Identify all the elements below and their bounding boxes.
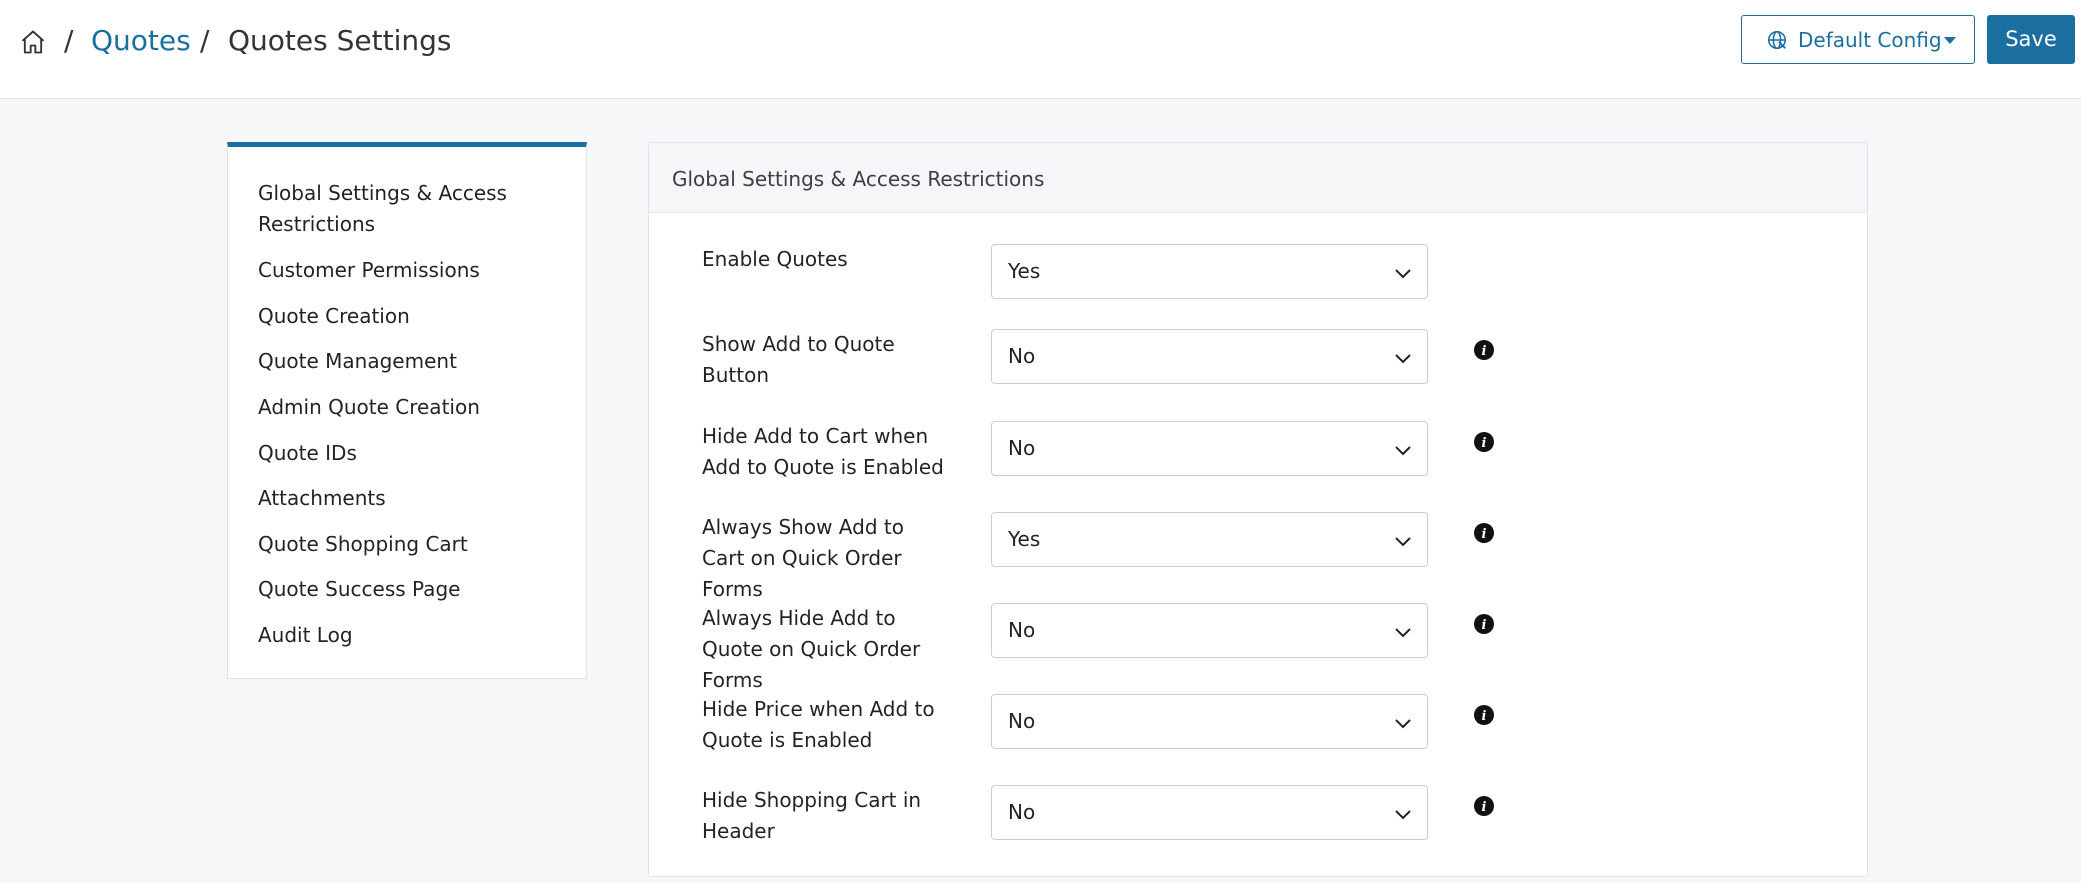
chevron-down-icon (1395, 719, 1411, 729)
sidebar-item-attachments[interactable]: Attachments (258, 483, 568, 514)
select-value: Yes (1008, 527, 1041, 551)
info-icon[interactable]: i (1474, 705, 1494, 725)
svg-text:i: i (1482, 527, 1487, 542)
select-value: No (1008, 618, 1036, 642)
panel-title: Global Settings & Access Restrictions (672, 167, 1045, 191)
svg-text:i: i (1482, 709, 1487, 724)
top-bar: / Quotes / Quotes Settings Default Confi… (0, 0, 2081, 99)
sidebar-item-audit-log[interactable]: Audit Log (258, 620, 568, 651)
sidebar-item-customer-permissions[interactable]: Customer Permissions (258, 255, 568, 286)
panel-header: Global Settings & Access Restrictions (649, 143, 1867, 213)
svg-text:i: i (1482, 344, 1487, 359)
hide-add-to-cart-select[interactable]: No (991, 421, 1428, 476)
sidebar-item-quote-ids[interactable]: Quote IDs (258, 438, 568, 469)
save-button[interactable]: Save (1987, 15, 2075, 64)
settings-sidebar: Global Settings & Access Restrictions Cu… (227, 142, 587, 679)
select-value: No (1008, 800, 1036, 824)
always-show-add-to-cart-select[interactable]: Yes (991, 512, 1428, 567)
info-icon[interactable]: i (1474, 523, 1494, 543)
settings-panel: Global Settings & Access Restrictions En… (648, 142, 1868, 877)
breadcrumb-quotes-link[interactable]: Quotes (91, 24, 191, 57)
info-icon[interactable]: i (1474, 340, 1494, 360)
field-label-hide-shopping-cart: Hide Shopping Cart in Header (702, 788, 922, 843)
sidebar-item-admin-quote-creation[interactable]: Admin Quote Creation (258, 392, 568, 423)
config-scope-dropdown[interactable]: Default Config (1741, 15, 1975, 64)
info-icon[interactable]: i (1474, 432, 1494, 452)
field-label-enable-quotes: Enable Quotes (702, 247, 848, 271)
svg-text:i: i (1482, 618, 1487, 633)
sidebar-item-quote-shopping-cart[interactable]: Quote Shopping Cart (258, 529, 568, 560)
show-add-to-quote-select[interactable]: No (991, 329, 1428, 384)
globe-icon (1767, 30, 1787, 50)
breadcrumb-separator: / (64, 24, 74, 57)
breadcrumb-separator: / (200, 24, 210, 57)
home-icon[interactable] (19, 28, 47, 56)
field-label-always-hide-add-to-quote: Always Hide Add to Quote on Quick Order … (702, 606, 921, 692)
sidebar-item-quote-creation[interactable]: Quote Creation (258, 301, 568, 332)
always-hide-add-to-quote-select[interactable]: No (991, 603, 1428, 658)
sidebar-item-quote-management[interactable]: Quote Management (258, 346, 568, 377)
info-icon[interactable]: i (1474, 614, 1494, 634)
select-value: No (1008, 436, 1036, 460)
field-label-hide-add-to-cart: Hide Add to Cart when Add to Quote is En… (702, 424, 944, 479)
chevron-down-icon (1395, 537, 1411, 547)
sidebar-item-global-settings[interactable]: Global Settings & Access Restrictions (258, 178, 568, 240)
sidebar-item-quote-success-page[interactable]: Quote Success Page (258, 574, 568, 605)
select-value: No (1008, 344, 1036, 368)
field-label-always-show-add-to-cart: Always Show Add to Cart on Quick Order F… (702, 515, 904, 601)
hide-shopping-cart-select[interactable]: No (991, 785, 1428, 840)
page-title: Quotes Settings (228, 24, 452, 57)
svg-text:i: i (1482, 436, 1487, 451)
chevron-down-icon (1395, 269, 1411, 279)
chevron-down-icon (1395, 446, 1411, 456)
info-icon[interactable]: i (1474, 796, 1494, 816)
select-value: No (1008, 709, 1036, 733)
chevron-down-icon (1395, 810, 1411, 820)
field-label-show-add-to-quote: Show Add to Quote Button (702, 332, 895, 387)
caret-down-icon (1944, 37, 1956, 44)
svg-text:i: i (1482, 800, 1487, 815)
config-scope-label: Default Config (1798, 28, 1942, 52)
select-value: Yes (1008, 259, 1041, 283)
hide-price-select[interactable]: No (991, 694, 1428, 749)
chevron-down-icon (1395, 354, 1411, 364)
enable-quotes-select[interactable]: Yes (991, 244, 1428, 299)
field-label-hide-price: Hide Price when Add to Quote is Enabled (702, 697, 935, 752)
chevron-down-icon (1395, 628, 1411, 638)
